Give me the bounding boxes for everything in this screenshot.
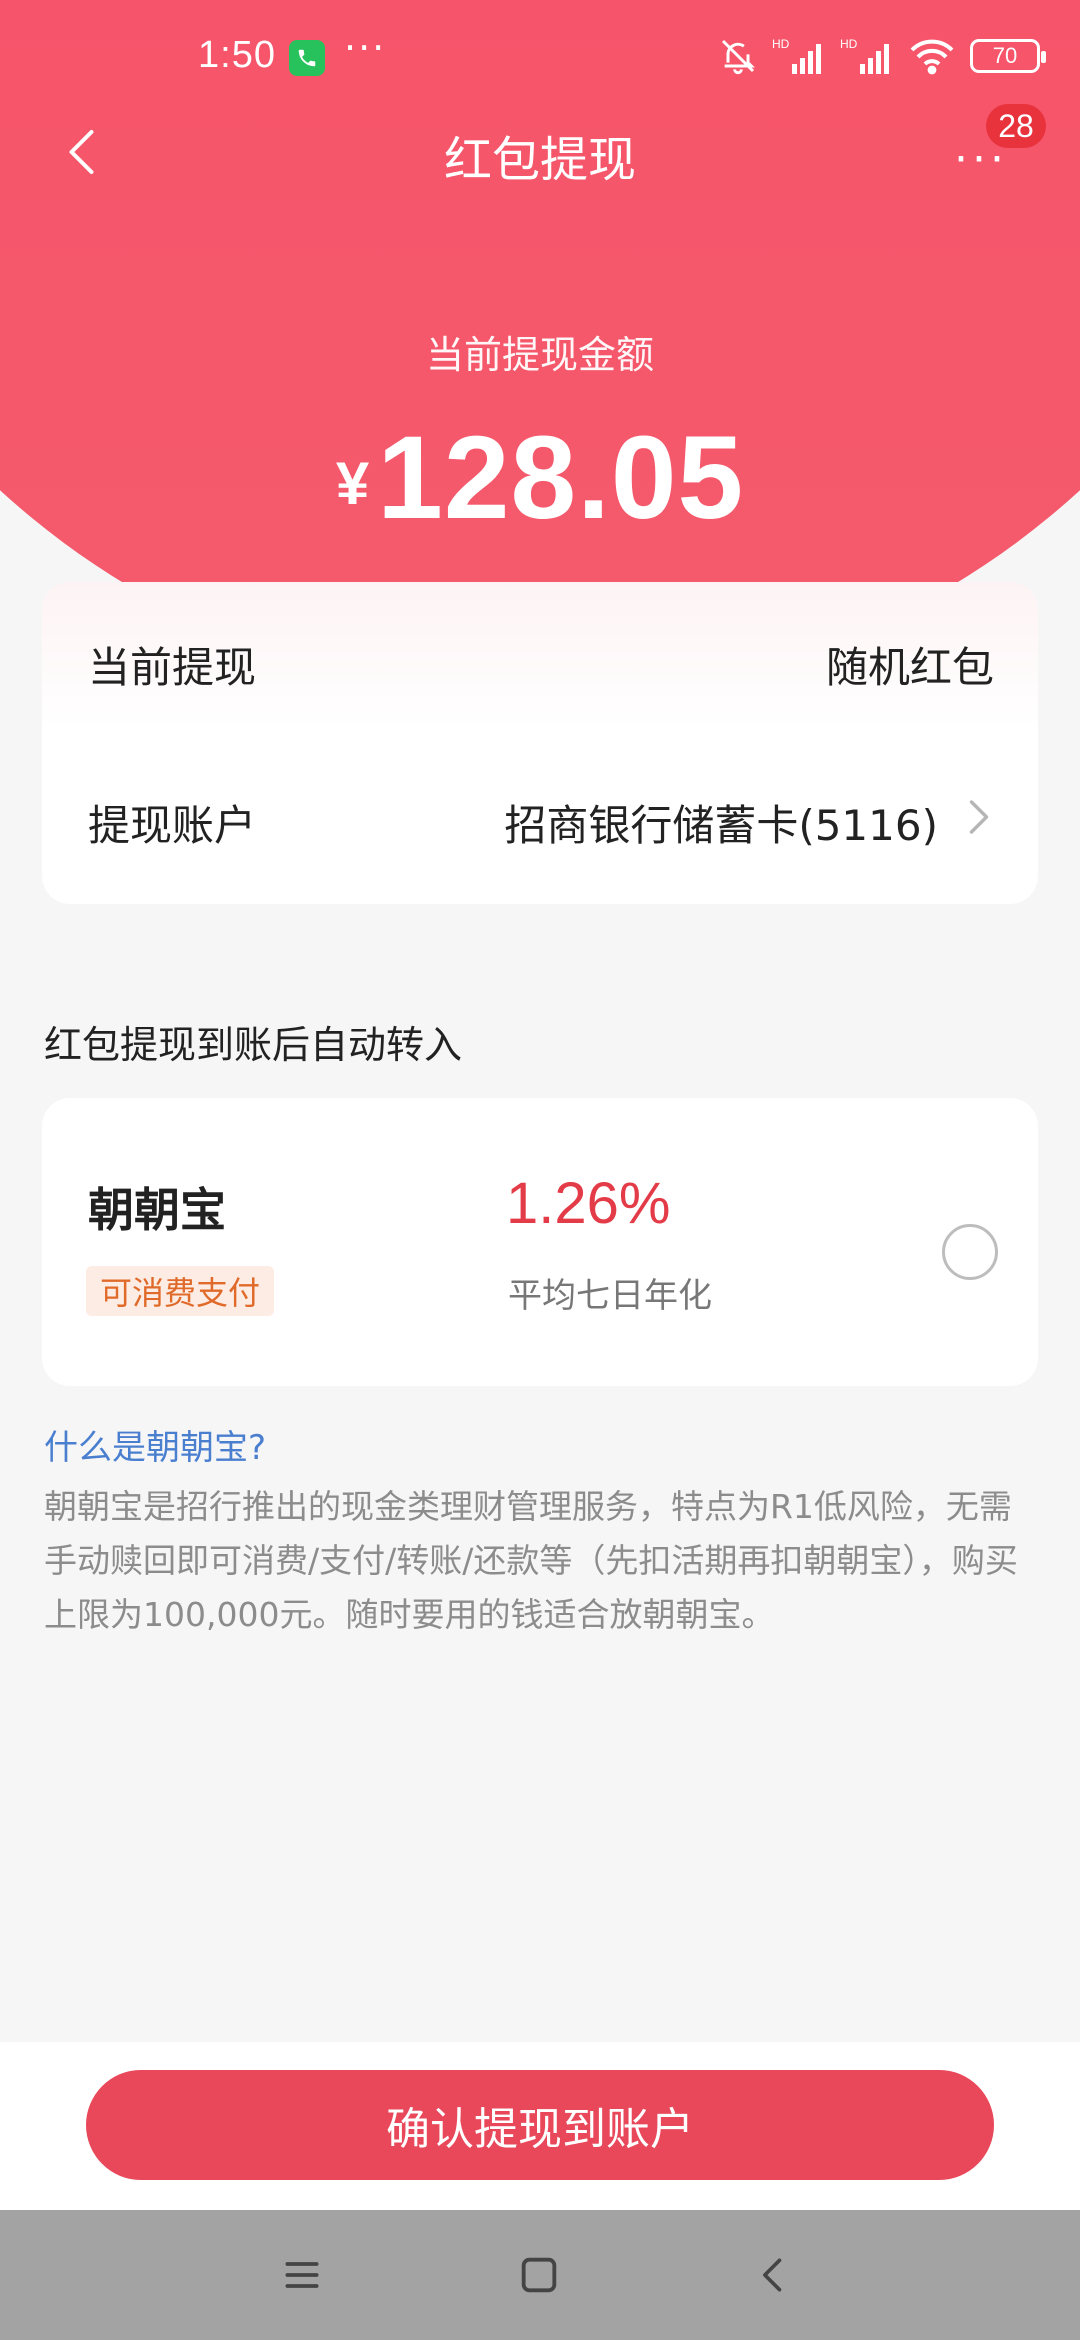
withdraw-account-label: 提现账户 [88, 800, 257, 850]
product-rate-label: 平均七日年化 [508, 1276, 712, 1316]
bottom-action-bar: 确认提现到账户 [0, 2042, 1080, 2210]
product-name: 朝朝宝 [88, 1183, 226, 1237]
bell-off-icon [718, 36, 758, 76]
phone-call-icon [289, 40, 325, 76]
signal-icon-2: HD [840, 36, 894, 76]
chevron-right-icon [964, 794, 994, 850]
wifi-icon [908, 36, 956, 76]
status-icons: HD HD 70 [718, 36, 1046, 76]
system-navigation-bar [0, 2210, 1080, 2340]
menu-icon[interactable] [280, 2250, 324, 2300]
amount-value: 128.05 [377, 412, 745, 544]
status-more-indicator: ··· [344, 26, 387, 70]
svg-text:HD: HD [772, 37, 790, 51]
withdraw-amount: ¥128.05 [0, 410, 1080, 546]
svg-text:HD: HD [840, 37, 858, 51]
confirm-withdraw-button[interactable]: 确认提现到账户 [86, 2070, 994, 2180]
nav-back-icon[interactable] [752, 2250, 796, 2300]
zhaozhaobao-option-card[interactable]: 朝朝宝 可消费支付 1.26% 平均七日年化 [42, 1098, 1038, 1386]
product-tag: 可消费支付 [86, 1266, 275, 1316]
page-title: 红包提现 [443, 132, 636, 188]
signal-icon: HD [772, 36, 826, 76]
status-time: 1:50 [198, 34, 276, 76]
withdraw-account-value-wrap: 招商银行储蓄卡(5116) [504, 792, 994, 853]
status-bar: 1:50 ··· HD HD 70 [0, 0, 1080, 110]
auto-transfer-title: 红包提现到账后自动转入 [44, 1023, 463, 1067]
top-navigation: 红包提现 ··· [0, 110, 1080, 190]
amount-label: 当前提现金额 [425, 333, 654, 377]
current-withdraw-label: 当前提现 [88, 642, 257, 692]
withdraw-details-card: 当前提现 随机红包 提现账户 招商银行储蓄卡(5116) [42, 582, 1038, 904]
message-count-badge: 28 [986, 104, 1046, 148]
radio-unchecked-icon[interactable] [942, 1224, 998, 1280]
withdraw-account-value: 招商银行储蓄卡(5116) [504, 800, 938, 850]
battery-icon: 70 [970, 39, 1046, 73]
currency-symbol: ¥ [335, 450, 370, 517]
what-is-zhaozhaobao-link[interactable]: 什么是朝朝宝? [44, 1420, 266, 1469]
current-withdraw-value: 随机红包 [825, 642, 994, 692]
product-description: 朝朝宝是招行推出的现金类理财管理服务，特点为R1低风险，无需手动赎回即可消费/支… [44, 1487, 1018, 1634]
home-square-icon[interactable] [516, 2250, 562, 2300]
current-withdraw-row: 当前提现 随机红包 [88, 624, 994, 704]
withdraw-account-row[interactable]: 提现账户 招商银行储蓄卡(5116) [88, 782, 994, 862]
product-rate: 1.26% [506, 1171, 671, 1236]
